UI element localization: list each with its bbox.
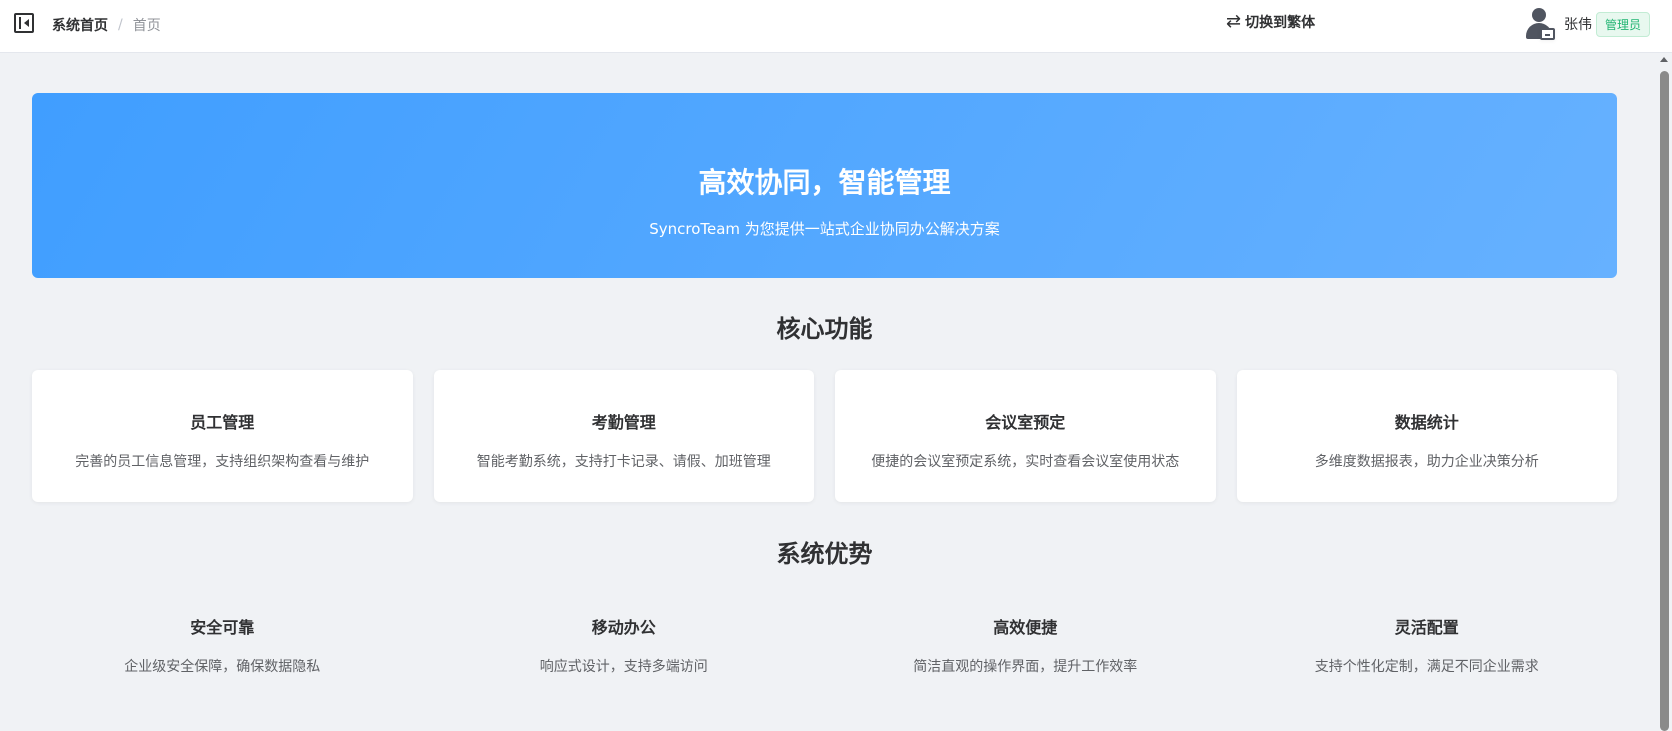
advantage-item-efficiency: 高效便捷 简洁直观的操作界面，提升工作效率: [835, 614, 1216, 676]
feature-card-statistics[interactable]: 数据统计 多维度数据报表，助力企业决策分析: [1236, 370, 1617, 502]
scroll-thumb[interactable]: [1660, 71, 1669, 731]
advantage-desc: 简洁直观的操作界面，提升工作效率: [913, 659, 1138, 675]
top-header: 系统首页 / 首页 ⇄ 切换到繁体 张伟 管理员: [0, 0, 1672, 53]
feature-card-title: 员工管理: [190, 413, 255, 432]
feature-card-employee[interactable]: 员工管理 完善的员工信息管理，支持组织架构查看与维护: [32, 370, 413, 502]
page-scrollbar[interactable]: [1657, 53, 1672, 731]
sidebar-toggle-icon[interactable]: [14, 13, 34, 33]
advantage-item-security: 安全可靠 企业级安全保障，确保数据隐私: [32, 614, 413, 676]
swap-icon: ⇄: [1226, 11, 1242, 32]
feature-card-desc: 便捷的会议室预定系统，实时查看会议室使用状态: [871, 454, 1180, 470]
breadcrumb-separator: /: [118, 17, 123, 33]
feature-card-title: 会议室预定: [985, 413, 1066, 432]
advantage-item-mobile: 移动办公 响应式设计，支持多端访问: [434, 614, 815, 676]
advantage-title: 移动办公: [591, 618, 656, 637]
language-switch-label: 切换到繁体: [1245, 14, 1316, 31]
feature-card-attendance[interactable]: 考勤管理 智能考勤系统，支持打卡记录、请假、加班管理: [433, 370, 814, 502]
advantage-desc: 支持个性化定制，满足不同企业需求: [1314, 659, 1539, 675]
feature-card-meeting-room[interactable]: 会议室预定 便捷的会议室预定系统，实时查看会议室使用状态: [835, 370, 1216, 502]
advantage-title: 灵活配置: [1394, 618, 1459, 637]
hero-title: 高效协同，智能管理: [698, 166, 951, 199]
breadcrumb-root[interactable]: 系统首页: [52, 15, 108, 35]
advantage-desc: 企业级安全保障，确保数据隐私: [124, 659, 321, 675]
feature-card-desc: 智能考勤系统，支持打卡记录、请假、加班管理: [476, 454, 771, 470]
breadcrumb-current: 首页: [132, 18, 161, 34]
feature-card-desc: 多维度数据报表，助力企业决策分析: [1314, 454, 1539, 470]
feature-card-title: 数据统计: [1394, 413, 1459, 432]
role-badge: 管理员: [1596, 11, 1651, 37]
advantages-section-title: 系统优势: [776, 540, 873, 568]
language-switch-button[interactable]: ⇄ 切换到繁体: [1226, 11, 1315, 32]
breadcrumb: 系统首页 / 首页: [52, 15, 161, 35]
advantage-desc: 响应式设计，支持多端访问: [539, 659, 708, 675]
advantage-item-flexible: 灵活配置 支持个性化定制，满足不同企业需求: [1237, 614, 1618, 676]
advantage-title: 安全可靠: [190, 618, 255, 637]
hero-subtitle: SyncroTeam 为您提供一站式企业协同办公解决方案: [649, 220, 1000, 238]
hero-banner: 高效协同，智能管理 SyncroTeam 为您提供一站式企业协同办公解决方案: [32, 93, 1617, 278]
advantage-list: 安全可靠 企业级安全保障，确保数据隐私 移动办公 响应式设计，支持多端访问 高效…: [32, 614, 1617, 676]
scroll-up-arrow-icon[interactable]: [1660, 57, 1668, 62]
user-menu[interactable]: 张伟 管理员: [1524, 7, 1651, 41]
user-avatar-icon: [1524, 7, 1556, 41]
advantage-title: 高效便捷: [993, 618, 1058, 637]
feature-card-desc: 完善的员工信息管理，支持组织架构查看与维护: [75, 454, 370, 470]
feature-cards: 员工管理 完善的员工信息管理，支持组织架构查看与维护 考勤管理 智能考勤系统，支…: [32, 370, 1617, 502]
features-section-title: 核心功能: [776, 315, 873, 343]
user-name: 张伟: [1564, 17, 1592, 33]
feature-card-title: 考勤管理: [591, 413, 656, 432]
